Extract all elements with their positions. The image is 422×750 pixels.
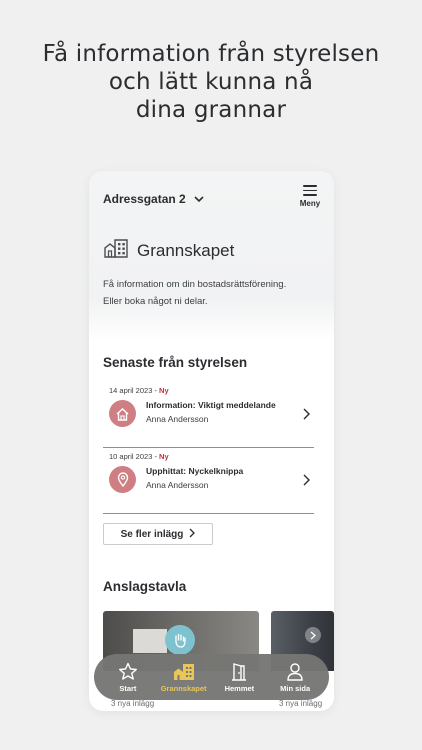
page-title: Grannskapet xyxy=(103,237,234,264)
person-icon xyxy=(287,662,303,681)
news-title: Information: Viktigt meddelande xyxy=(146,400,276,410)
intro-text: Få information om din bostadsrättsföreni… xyxy=(103,276,323,310)
house-icon xyxy=(109,400,136,427)
news-author: Anna Andersson xyxy=(146,414,209,424)
tab-label: Min sida xyxy=(280,683,311,693)
hamburger-icon xyxy=(303,185,317,196)
section-title: Grannskapet xyxy=(137,240,235,260)
new-badge: Ny xyxy=(159,452,169,461)
card-count: 3 nya inlägg xyxy=(279,699,323,708)
tab-start[interactable]: Start xyxy=(102,662,154,693)
intro-line-1: Få information om din bostadsrättsföreni… xyxy=(103,279,287,290)
tab-grannskapet[interactable]: Grannskapet xyxy=(158,662,210,693)
news-item-1[interactable]: 14 april 2023 - Ny Information: Viktigt … xyxy=(103,386,314,448)
address-selector[interactable]: Adressgatan 2 xyxy=(103,192,204,206)
headline-line-2: och lätt kunna nå xyxy=(108,69,314,95)
chevron-right-icon xyxy=(303,407,310,425)
address-label: Adressgatan 2 xyxy=(103,192,186,206)
see-more-posts-button[interactable]: Se fler inlägg xyxy=(103,523,213,545)
buildings-icon xyxy=(103,237,129,264)
location-pin-icon xyxy=(109,466,136,493)
news-item-2[interactable]: 10 april 2023 - Ny Upphittat: Nyckelknip… xyxy=(103,452,314,514)
board-heading: Anslagstavla xyxy=(103,579,187,594)
chevron-right-icon xyxy=(303,473,310,491)
door-icon xyxy=(232,662,247,681)
tab-label: Grannskapet xyxy=(160,683,207,693)
bottom-tab-bar: Start Grannskapet Hemmet Min sida xyxy=(94,654,329,700)
menu-label: Meny xyxy=(299,198,321,208)
news-date-text: 14 april 2023 xyxy=(109,386,153,395)
star-icon xyxy=(118,662,137,680)
phone-screen: Adressgatan 2 Meny Grannskapet Få inform… xyxy=(89,171,334,711)
new-badge: Ny xyxy=(159,386,169,395)
tab-hemmet[interactable]: Hemmet xyxy=(213,662,265,693)
news-heading: Senaste från styrelsen xyxy=(103,355,248,370)
intro-line-2: Eller boka något ni delar. xyxy=(103,296,208,307)
headline-line-1: Få information från styrelsen xyxy=(42,41,380,67)
news-author: Anna Andersson xyxy=(146,480,209,490)
card-count: 3 nya inlägg xyxy=(111,699,155,708)
tab-label: Start xyxy=(119,683,137,693)
chevron-right-icon xyxy=(189,528,196,541)
news-date: 10 april 2023 - Ny xyxy=(109,452,169,461)
news-date: 14 april 2023 - Ny xyxy=(109,386,169,395)
tab-min-sida[interactable]: Min sida xyxy=(269,662,321,693)
promo-headline: Få information från styrelsen och lätt k… xyxy=(0,40,422,124)
tab-label: Hemmet xyxy=(224,683,255,693)
see-more-label: Se fler inlägg xyxy=(120,528,184,540)
news-date-text: 10 april 2023 xyxy=(109,452,153,461)
news-title: Upphittat: Nyckelknippa xyxy=(146,466,244,476)
buildings-icon xyxy=(173,663,194,680)
headline-line-3: dina grannar xyxy=(135,97,287,123)
wave-hand-icon xyxy=(165,625,195,655)
card-image-detail xyxy=(133,629,167,653)
chevron-down-icon xyxy=(194,192,204,206)
chevron-right-icon[interactable] xyxy=(305,627,321,643)
menu-button[interactable]: Meny xyxy=(298,185,322,208)
